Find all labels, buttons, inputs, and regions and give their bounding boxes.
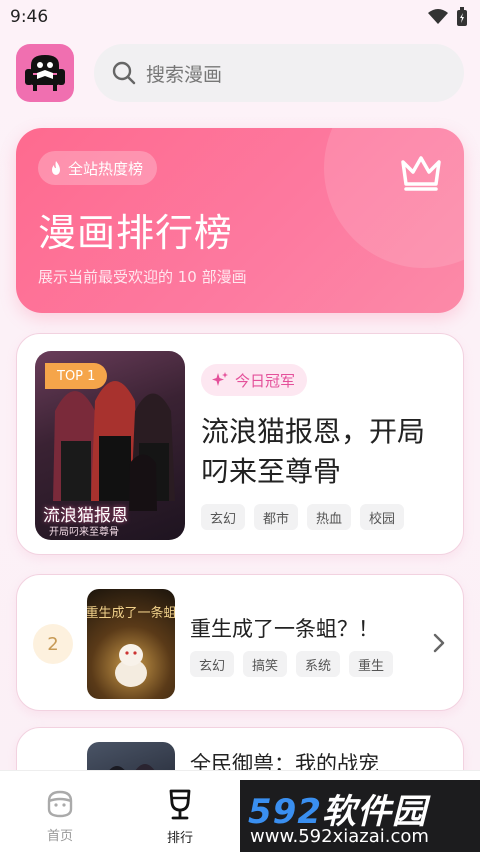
tab-home-label: 首页 (46, 829, 73, 844)
tag: 玄幻 (201, 504, 246, 530)
champion-label: 今日冠军 (235, 371, 296, 390)
banner-decoration (324, 128, 464, 268)
search-icon (112, 61, 136, 85)
comic-title: 流浪猫报恩，开局叼来至尊骨 (201, 415, 426, 488)
tag: 搞笑 (243, 651, 288, 677)
champion-badge: 今日冠军 (201, 364, 308, 396)
tag-list: 玄幻 搞笑 系统 重生 (190, 651, 394, 677)
battery-icon (457, 7, 467, 26)
hot-badge-label: 全站热度榜 (68, 159, 144, 178)
watermark: 592软件园 www.592xiazai.com (240, 780, 480, 852)
cover-title: 重生成了一条蛆 (87, 605, 175, 621)
home-face-icon (47, 790, 73, 818)
page-title: 漫画排行榜 (38, 211, 234, 255)
trophy-icon (169, 789, 191, 820)
tag-list: 玄幻 都市 热血 校园 (201, 504, 405, 530)
tag: 重生 (349, 651, 394, 677)
ranking-item-1[interactable]: TOP 1 流浪猫报恩 开局叼来至尊骨 今日冠军 流浪猫报恩，开局叼来至尊骨 玄… (16, 333, 464, 555)
crown-icon (401, 156, 441, 191)
ranking-item-2[interactable]: 2 重生成了一条蛆 重生成了一条蛆？！ 玄幻 搞笑 系统 重生 (16, 574, 464, 711)
page-subtitle: 展示当前最受欢迎的 10 部漫画 (38, 268, 247, 286)
chevron-right-icon (433, 633, 445, 653)
tab-home[interactable]: 首页 (10, 771, 110, 852)
hot-badge: 全站热度榜 (38, 151, 158, 185)
comic-title: 重生成了一条蛆？！ (190, 617, 379, 641)
tab-rank-label: 排行 (166, 831, 193, 846)
flame-icon (52, 160, 60, 175)
cover-subtitle: 开局叼来至尊骨 (49, 527, 119, 538)
status-icons (428, 7, 468, 27)
status-time: 9:46 (10, 7, 49, 27)
watermark-url: www.592xiazai.com (250, 826, 429, 847)
comic-cover: TOP 1 流浪猫报恩 开局叼来至尊骨 (35, 351, 185, 540)
tag: 热血 (307, 504, 352, 530)
sparkle-icon (212, 372, 228, 386)
wifi-icon (428, 9, 448, 24)
top-rank-badge: TOP 1 (45, 363, 108, 389)
rank-number: 2 (33, 624, 73, 664)
status-bar: 9:46 (0, 0, 480, 34)
tag: 都市 (254, 504, 299, 530)
tab-rank[interactable]: 排行 (130, 771, 230, 852)
search-placeholder: 搜索漫画 (146, 63, 223, 86)
tag: 系统 (296, 651, 341, 677)
sofa-reader-icon (25, 55, 65, 91)
tag: 玄幻 (190, 651, 235, 677)
search-input[interactable]: 搜索漫画 (94, 44, 464, 102)
tag: 校园 (360, 504, 405, 530)
top-bar: 搜索漫画 (16, 44, 464, 102)
cover-art: 重生成了一条蛆 (87, 605, 175, 687)
ranking-banner: 全站热度榜 漫画排行榜 展示当前最受欢迎的 10 部漫画 (16, 128, 464, 313)
app-logo[interactable] (16, 44, 74, 102)
comic-cover: 重生成了一条蛆 (87, 589, 175, 699)
